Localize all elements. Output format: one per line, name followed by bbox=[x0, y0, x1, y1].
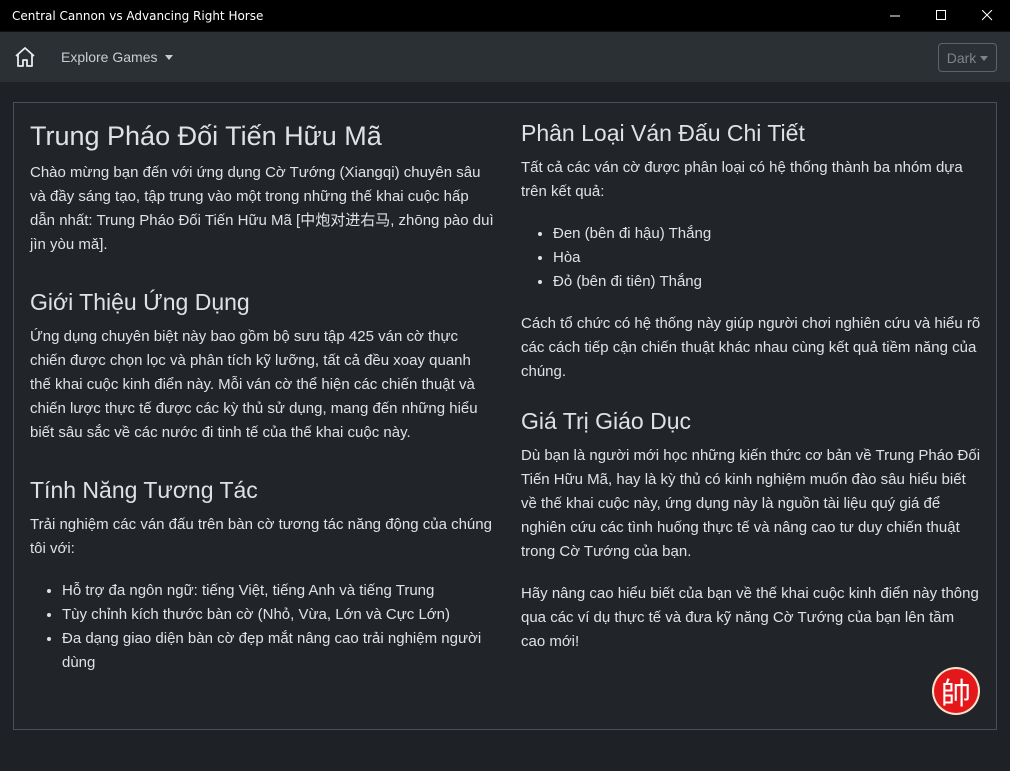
minimize-button[interactable] bbox=[872, 0, 918, 32]
results-list: Đen (bên đi hậu) Thắng Hòa Đỏ (bên đi ti… bbox=[521, 222, 981, 294]
list-item: Hòa bbox=[553, 246, 981, 270]
window-controls bbox=[872, 0, 1010, 32]
xiangqi-general-logo-icon: 帥 bbox=[932, 667, 980, 715]
maximize-icon bbox=[935, 10, 946, 20]
theme-label: Dark bbox=[946, 49, 977, 66]
page-title: Trung Pháo Đối Tiến Hữu Mã bbox=[30, 121, 382, 151]
left-column: Trung Pháo Đối Tiến Hữu Mã Chào mừng bạn… bbox=[30, 103, 495, 675]
classify-heading: Phân Loại Ván Đấu Chi Tiết bbox=[521, 120, 805, 146]
explore-games-dropdown[interactable]: Explore Games bbox=[61, 49, 174, 65]
home-icon bbox=[15, 47, 35, 67]
content-panel: Trung Pháo Đối Tiến Hữu Mã Chào mừng bạn… bbox=[13, 102, 997, 730]
home-button[interactable] bbox=[12, 44, 38, 70]
navbar: Explore Games Dark bbox=[0, 32, 1010, 82]
list-item: Tùy chỉnh kích thước bàn cờ (Nhỏ, Vừa, L… bbox=[62, 603, 495, 627]
features-heading: Tính Năng Tương Tác bbox=[30, 477, 258, 503]
classify-text: Tất cả các ván cờ được phân loại có hệ t… bbox=[521, 159, 963, 200]
explore-games-label: Explore Games bbox=[61, 49, 158, 65]
list-item: Đa dạng giao diện bàn cờ đẹp mắt nâng ca… bbox=[62, 627, 495, 675]
maximize-button[interactable] bbox=[918, 0, 964, 32]
list-item: Đen (bên đi hậu) Thắng bbox=[553, 222, 981, 246]
chevron-down-icon bbox=[980, 55, 989, 61]
classify-note: Cách tổ chức có hệ thống này giúp người … bbox=[521, 315, 981, 380]
about-heading: Giới Thiệu Ứng Dụng bbox=[30, 289, 250, 315]
education-text: Dù bạn là người mới học những kiến thức … bbox=[521, 447, 981, 560]
theme-dropdown[interactable]: Dark bbox=[938, 43, 997, 72]
about-text: Ứng dụng chuyên biệt này bao gồm bộ sưu … bbox=[30, 328, 478, 441]
list-item: Đỏ (bên đi tiên) Thắng bbox=[553, 270, 981, 294]
chevron-down-icon bbox=[165, 55, 174, 60]
window-title: Central Cannon vs Advancing Right Horse bbox=[12, 8, 264, 23]
close-icon bbox=[981, 10, 992, 21]
closing-text: Hãy nâng cao hiểu biết của bạn về thế kh… bbox=[521, 585, 979, 650]
right-column: Phân Loại Ván Đấu Chi Tiết Tất cả các vá… bbox=[521, 103, 981, 654]
education-heading: Giá Trị Giáo Dục bbox=[521, 408, 691, 434]
minimize-icon bbox=[889, 15, 900, 17]
features-text: Trải nghiệm các ván đấu trên bàn cờ tươn… bbox=[30, 516, 492, 557]
features-list: Hỗ trợ đa ngôn ngữ: tiếng Việt, tiếng An… bbox=[30, 579, 495, 675]
close-button[interactable] bbox=[964, 0, 1010, 32]
intro-text: Chào mừng bạn đến với ứng dụng Cờ Tướng … bbox=[30, 164, 494, 253]
window-titlebar: Central Cannon vs Advancing Right Horse bbox=[0, 0, 1010, 32]
list-item: Hỗ trợ đa ngôn ngữ: tiếng Việt, tiếng An… bbox=[62, 579, 495, 603]
